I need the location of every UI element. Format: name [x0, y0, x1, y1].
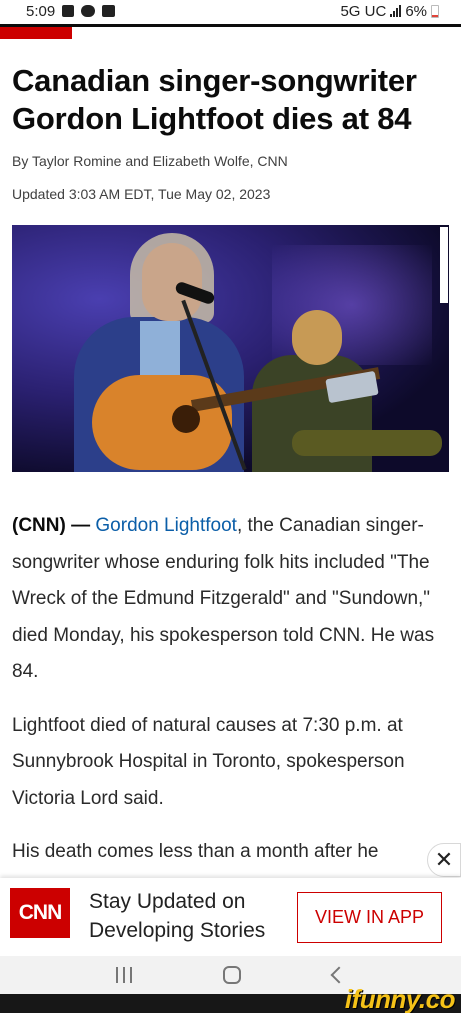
- watermark-logo: ifunny.co: [344, 984, 456, 1013]
- status-time: 5:09: [26, 2, 56, 20]
- status-right: 5G UC 6%: [340, 3, 439, 20]
- photo-credit: [440, 227, 448, 303]
- paragraph-2: Lightfoot died of natural causes at 7:30…: [12, 714, 405, 809]
- voicemail-icon: [81, 5, 96, 17]
- hero-image[interactable]: [12, 225, 449, 472]
- battery-percent: 6%: [405, 2, 427, 20]
- status-bar: 5:09 5G UC 6%: [0, 0, 461, 22]
- app-banner: CNN Stay Updated on Developing Stories V…: [0, 878, 461, 956]
- source-tag: (CNN) —: [12, 515, 91, 536]
- home-icon[interactable]: [223, 966, 242, 984]
- article-body: (CNN) — Gordon Lightfoot, the Canadian s…: [12, 508, 452, 888]
- paragraph-1: (CNN) — Gordon Lightfoot, the Canadian s…: [12, 508, 452, 691]
- signal-icon: [390, 5, 402, 17]
- battery-icon: [431, 4, 439, 18]
- person-link[interactable]: Gordon Lightfoot: [95, 515, 237, 536]
- article-timestamp: Updated 3:03 AM EDT, Tue May 02, 2023: [12, 186, 271, 202]
- article-byline: By Taylor Romine and Elizabeth Wolfe, CN…: [12, 153, 288, 169]
- recents-icon[interactable]: [115, 967, 132, 983]
- section-accent-bar: [0, 27, 72, 39]
- cnn-logo: CNN: [10, 888, 70, 938]
- status-left: 5:09: [26, 2, 116, 20]
- paragraph-1-text: , the Canadian singer-songwriter whose e…: [12, 515, 435, 682]
- paragraph-3: His death comes less than a month after …: [12, 841, 379, 862]
- article-headline: Canadian singer-songwriter Gordon Lightf…: [12, 63, 417, 136]
- notification-icon: [62, 5, 75, 17]
- view-in-app-button[interactable]: VIEW IN APP: [297, 892, 442, 943]
- gallery-icon: [102, 5, 116, 17]
- back-icon[interactable]: [330, 966, 348, 984]
- close-icon[interactable]: ✕: [427, 843, 461, 877]
- banner-message: Stay Updated on Developing Stories: [89, 890, 266, 942]
- network-label: 5G UC: [340, 2, 387, 20]
